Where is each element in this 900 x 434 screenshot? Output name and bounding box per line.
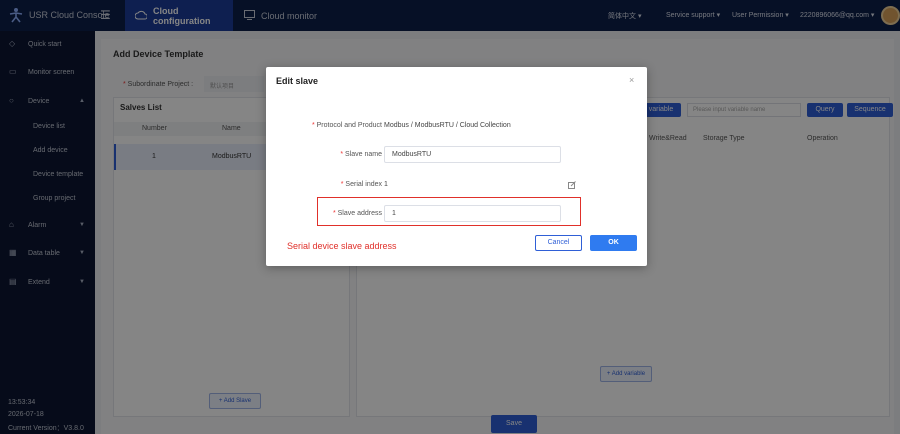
protocol-label: * Protocol and Product <box>311 122 382 129</box>
slave-name-label: * Slave name <box>340 151 382 158</box>
slave-name-input[interactable]: ModbusRTU <box>384 146 561 163</box>
ok-button[interactable]: OK <box>590 235 637 251</box>
cancel-button[interactable]: Cancel <box>535 235 582 251</box>
protocol-value: Modbus / ModbusRTU / Cloud Collection <box>384 122 511 129</box>
close-icon[interactable]: × <box>629 75 634 85</box>
serial-index-label: * Serial index <box>340 181 382 188</box>
slave-address-label: * Slave address <box>332 210 382 217</box>
slave-address-input[interactable]: 1 <box>384 205 561 222</box>
annotation-text: Serial device slave address <box>287 241 397 251</box>
edit-icon[interactable] <box>568 181 576 191</box>
edit-slave-dialog: Edit slave × * Protocol and Product Modb… <box>266 67 647 266</box>
serial-index-value: 1 <box>384 181 388 188</box>
dialog-title: Edit slave <box>276 76 319 86</box>
